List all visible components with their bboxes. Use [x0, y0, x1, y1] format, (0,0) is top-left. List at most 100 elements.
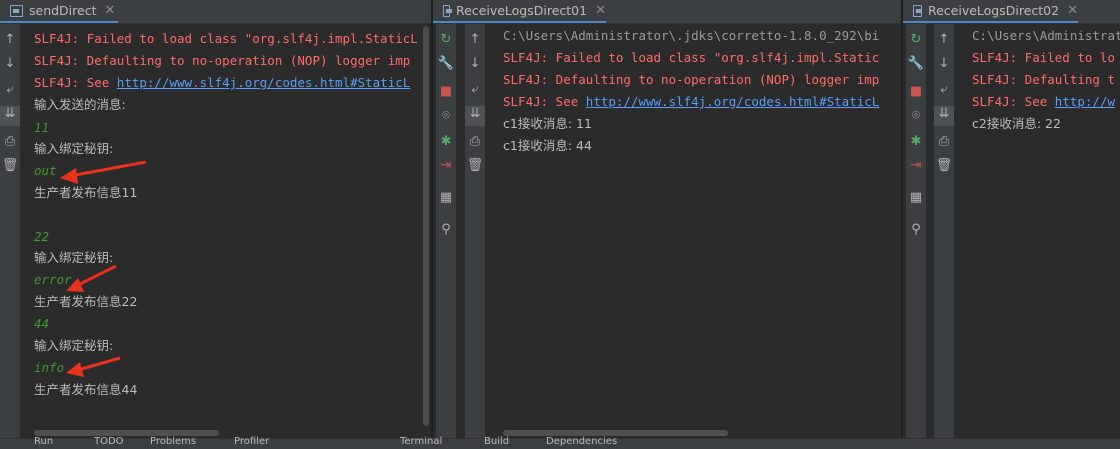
tab-title: ReceiveLogsDirect02 [927, 3, 1060, 18]
console-text: SLF4J: See [972, 94, 1055, 109]
print-icon[interactable]: ⎙ [934, 134, 954, 149]
console-output[interactable]: SLF4J: Failed to load class "org.slf4j.i… [34, 24, 431, 438]
rerun-icon[interactable]: ↻ [436, 32, 456, 47]
run-panel-send-direct: sendDirect ✕ ↑ ↓ ⤶ ⇊ ⎙ 🗑 SLF4J: Failed t… [0, 0, 431, 438]
user-input-line: info [34, 360, 65, 375]
camera-icon[interactable]: ⌾ [906, 108, 926, 123]
tool-window-build[interactable]: Build [484, 436, 509, 447]
console-toolbar: ↑ ↓ ⤶ ⇊ ⎙ 🗑 [934, 24, 954, 438]
console-text: SLF4J: See [503, 94, 586, 109]
stop-icon[interactable]: ■ [436, 84, 456, 99]
tool-window-problems[interactable]: Problems [150, 436, 196, 447]
tab-send-direct[interactable]: sendDirect ✕ [0, 0, 118, 23]
rerun-icon[interactable]: ↻ [906, 32, 926, 47]
arrow-up-icon[interactable]: ↑ [934, 32, 954, 47]
user-input-line: 22 [34, 229, 50, 244]
tab-title: sendDirect [29, 3, 97, 18]
close-icon[interactable]: ✕ [105, 3, 116, 18]
console-icon [913, 4, 922, 17]
run-toolbar: ↻ 🔧 ■ ⌾ ✱ ⇥ ▦ ⚲ [906, 24, 926, 438]
tab-bar: sendDirect ✕ [0, 0, 431, 24]
exit-icon[interactable]: ⇥ [906, 158, 926, 173]
tool-window-bar: Run TODO Problems Profiler Terminal Buil… [0, 436, 1120, 449]
scroll-to-end-icon[interactable]: ⇊ [934, 106, 954, 126]
console-toolbar: ↑ ↓ ⤶ ⇊ ⎙ 🗑 [0, 24, 20, 438]
arrow-up-icon[interactable]: ↑ [465, 32, 485, 47]
console-line: SLF4J: Failed to lo [972, 50, 1115, 65]
scroll-to-end-icon[interactable]: ⇊ [465, 106, 485, 126]
slf4j-link[interactable]: http://www.slf4j.org/codes.html#StaticL [586, 94, 880, 109]
arrow-down-icon[interactable]: ↓ [465, 56, 485, 71]
wrench-icon[interactable]: 🔧 [906, 56, 926, 71]
soft-wrap-icon[interactable]: ⤶ [0, 82, 20, 97]
wrench-icon[interactable]: 🔧 [436, 56, 456, 71]
console-toolbar: ↑ ↓ ⤶ ⇊ ⎙ 🗑 [465, 24, 485, 438]
console-line: 输入绑定秘钥: [34, 141, 114, 156]
console-line: c1接收消息: 11 [503, 116, 592, 131]
slf4j-link[interactable]: http://w [1055, 94, 1115, 109]
console-line: SLF4J: Failed to load class "org.slf4j.i… [34, 31, 418, 46]
console-icon [443, 4, 452, 17]
run-panel-receive-logs-direct01: ReceiveLogsDirect01 ✕ ↻ 🔧 ■ ⌾ ✱ ⇥ ▦ ⚲ ↑ … [433, 0, 901, 438]
arrow-down-icon[interactable]: ↓ [0, 56, 20, 71]
trash-icon[interactable]: 🗑 [465, 158, 485, 173]
close-icon[interactable]: ✕ [1067, 3, 1078, 18]
camera-icon[interactable]: ⌾ [436, 108, 456, 123]
tool-window-profiler[interactable]: Profiler [234, 436, 269, 447]
console-text: SLF4J: See [34, 75, 117, 90]
console-line: 生产者发布信息22 [34, 294, 138, 309]
console-output[interactable]: C:\Users\Administrator\.jdks\corretto-1.… [503, 24, 901, 438]
tab-title: ReceiveLogsDirect01 [455, 3, 588, 18]
console-line: C:\Users\Administrator\.jdks\corretto-1.… [503, 28, 880, 43]
pin-icon[interactable]: ⚲ [436, 222, 456, 237]
trash-icon[interactable]: 🗑 [0, 158, 20, 173]
tab-bar: ReceiveLogsDirect01 ✕ [433, 0, 901, 24]
soft-wrap-icon[interactable]: ⤶ [465, 82, 485, 97]
console-line: 生产者发布信息11 [34, 185, 138, 200]
console-line: c2接收消息: 22 [972, 116, 1061, 131]
scroll-to-end-icon[interactable]: ⇊ [0, 106, 20, 126]
console-line: 输入绑定秘钥: [34, 338, 114, 353]
exit-icon[interactable]: ⇥ [436, 158, 456, 173]
layout-icon[interactable]: ▦ [436, 190, 456, 205]
tool-window-run[interactable]: Run [34, 436, 53, 447]
run-toolbar: ↻ 🔧 ■ ⌾ ✱ ⇥ ▦ ⚲ [436, 24, 456, 438]
debug-icon[interactable]: ✱ [436, 134, 456, 149]
trash-icon[interactable]: 🗑 [934, 158, 954, 173]
tab-receive-logs-direct01[interactable]: ReceiveLogsDirect01 ✕ [433, 0, 606, 23]
arrow-down-icon[interactable]: ↓ [934, 56, 954, 71]
console-line: SLF4J: See http://www.slf4j.org/codes.ht… [503, 93, 879, 111]
close-icon[interactable]: ✕ [595, 3, 606, 18]
user-input-line: 11 [34, 120, 50, 135]
console-output[interactable]: C:\Users\Administrat SLF4J: Failed to lo… [972, 24, 1120, 438]
console-line: SLF4J: Defaulting t [972, 72, 1115, 87]
console-icon [10, 4, 23, 17]
tab-receive-logs-direct02[interactable]: ReceiveLogsDirect02 ✕ [903, 0, 1078, 23]
print-icon[interactable]: ⎙ [465, 134, 485, 149]
console-line: 输入发送的消息: [34, 97, 126, 112]
console-line: C:\Users\Administrat [972, 28, 1120, 43]
console-line: SLF4J: Defaulting to no-operation (NOP) … [503, 72, 880, 87]
soft-wrap-icon[interactable]: ⤶ [934, 82, 954, 97]
tool-window-dependencies[interactable]: Dependencies [546, 436, 617, 447]
slf4j-link[interactable]: http://www.slf4j.org/codes.html#StaticL [117, 75, 411, 90]
console-line: SLF4J: See http://w [972, 93, 1115, 111]
console-line: SLF4J: Defaulting to no-operation (NOP) … [34, 53, 411, 68]
console-line: c1接收消息: 44 [503, 138, 592, 153]
run-panel-receive-logs-direct02: ReceiveLogsDirect02 ✕ ↻ 🔧 ■ ⌾ ✱ ⇥ ▦ ⚲ ↑ … [903, 0, 1120, 438]
console-line: SLF4J: See http://www.slf4j.org/codes.ht… [34, 74, 410, 92]
console-line: 输入绑定秘钥: [34, 250, 114, 265]
user-input-line: 44 [34, 316, 50, 331]
tab-bar: ReceiveLogsDirect02 ✕ [903, 0, 1120, 24]
user-input-line: out [34, 163, 57, 178]
vertical-scrollbar[interactable] [423, 26, 429, 426]
console-line: SLF4J: Failed to load class "org.slf4j.i… [503, 50, 880, 65]
stop-icon[interactable]: ■ [906, 84, 926, 99]
pin-icon[interactable]: ⚲ [906, 222, 926, 237]
layout-icon[interactable]: ▦ [906, 190, 926, 205]
tool-window-terminal[interactable]: Terminal [400, 436, 442, 447]
tool-window-todo[interactable]: TODO [94, 436, 124, 447]
debug-icon[interactable]: ✱ [906, 134, 926, 149]
print-icon[interactable]: ⎙ [0, 134, 20, 149]
arrow-up-icon[interactable]: ↑ [0, 32, 20, 47]
